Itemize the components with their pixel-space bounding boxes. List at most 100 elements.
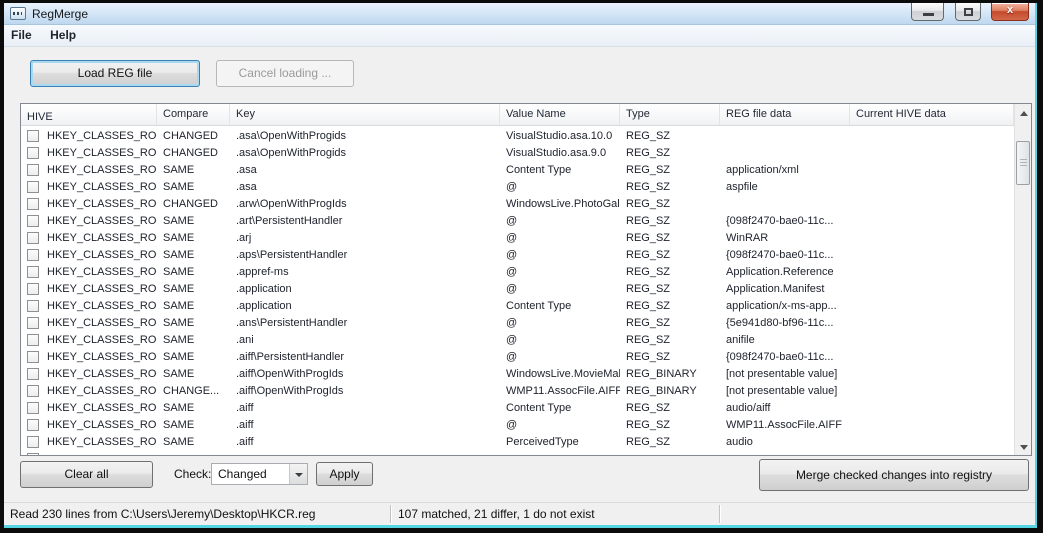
table-row[interactable]: HKEY_CLASSES_ROOT SAME .aiff\PersistentH…: [21, 348, 1014, 365]
cell-compare: SAME: [157, 334, 230, 346]
table-row[interactable]: HKEY_CLASSES_ROOT SAME .ans\PersistentHa…: [21, 314, 1014, 331]
cancel-loading-button[interactable]: Cancel loading ...: [216, 60, 354, 87]
cell-key: .asa\OpenWithProgids: [230, 130, 500, 142]
cell-reg-file-data: {098f2470-bae0-11c...: [720, 215, 850, 227]
apply-button[interactable]: Apply: [316, 462, 373, 486]
table-row[interactable]: HKEY_CLASSES_ROOT SAME .aiff Content Typ…: [21, 399, 1014, 416]
cell-hive: HKEY_CLASSES_ROOT: [47, 198, 157, 210]
maximize-button[interactable]: [955, 3, 981, 21]
table-row[interactable]: HKEY_CLASSES_ROOT CHANGE... .aiff\OpenWi…: [21, 382, 1014, 399]
cell-key: .aiff: [230, 402, 500, 414]
column-header-hive[interactable]: HIVE: [21, 104, 157, 125]
cell-key: .arw\OpenWithProgIds: [230, 198, 500, 210]
table-row[interactable]: HKEY_CLASSES_ROOT SAME .aiff\OpenWithPro…: [21, 365, 1014, 382]
column-header-compare[interactable]: Compare: [157, 104, 230, 125]
row-checkbox[interactable]: [27, 181, 39, 193]
dropdown-button[interactable]: [289, 464, 307, 484]
cell-compare: SAME: [157, 402, 230, 414]
table-row[interactable]: HKEY_CLASSES_ROOT CHANGED .asa\OpenWithP…: [21, 144, 1014, 161]
menu-help[interactable]: Help: [43, 25, 83, 42]
clear-all-button[interactable]: Clear all: [20, 461, 153, 488]
scroll-down-button[interactable]: [1015, 438, 1032, 455]
table-row[interactable]: HKEY_CLASSES_ROOT SAME .application @ RE…: [21, 280, 1014, 297]
row-checkbox[interactable]: [27, 215, 39, 227]
cell-hive: HKEY_CLASSES_ROOT: [47, 368, 157, 380]
table-row[interactable]: HKEY_CLASSES_ROOT SAME .aiff PerceivedTy…: [21, 433, 1014, 450]
menu-bar: File Help: [4, 25, 1035, 47]
row-checkbox[interactable]: [27, 130, 39, 142]
row-checkbox[interactable]: [27, 249, 39, 261]
cell-key: .application: [230, 283, 500, 295]
column-header-value-name[interactable]: Value Name: [500, 104, 620, 125]
row-checkbox[interactable]: [27, 300, 39, 312]
table-row[interactable]: HKEY_CLASSES_ROOT CHANGED .arw\OpenWithP…: [21, 195, 1014, 212]
close-button[interactable]: x: [991, 3, 1029, 21]
cell-type: REG_SZ: [620, 436, 720, 448]
table-row[interactable]: HKEY_CLASSES_ROOT SAME .aps\PersistentHa…: [21, 246, 1014, 263]
row-checkbox[interactable]: [27, 351, 39, 363]
cell-value-name: Content Type: [500, 164, 620, 176]
merge-button[interactable]: Merge checked changes into registry: [759, 459, 1029, 491]
cell-reg-file-data: audio: [720, 436, 850, 448]
table-row[interactable]: HKEY_CLASSES_ROOT SAME .asa @ REG_SZ asp…: [21, 178, 1014, 195]
row-checkbox[interactable]: [27, 368, 39, 380]
column-header-current-hive-data[interactable]: Current HIVE data: [850, 104, 1014, 125]
cell-hive: HKEY_CLASSES_ROOT: [47, 266, 157, 278]
cell-hive: HKEY_CLASSES_ROOT: [47, 232, 157, 244]
minimize-button[interactable]: [911, 3, 944, 21]
cell-reg-file-data: Application.Manifest: [720, 283, 850, 295]
cell-reg-file-data: [not presentable value]: [720, 385, 850, 397]
table-row[interactable]: HKEY_CLASSES_ROOT SAME .art\PersistentHa…: [21, 212, 1014, 229]
column-header-reg-file-data[interactable]: REG file data: [720, 104, 850, 125]
cell-reg-file-data: WinRAR: [720, 232, 850, 244]
row-checkbox[interactable]: [27, 164, 39, 176]
column-header-key[interactable]: Key: [230, 104, 500, 125]
cell-value-name: @: [500, 283, 620, 295]
table-row[interactable]: HKEY_CLASSES_ROOT SAME .aiff @ REG_SZ WM…: [21, 416, 1014, 433]
row-checkbox[interactable]: [27, 198, 39, 210]
menu-file[interactable]: File: [4, 25, 39, 42]
cell-key: .art\PersistentHandler: [230, 215, 500, 227]
cell-value-name: @: [500, 334, 620, 346]
cell-hive: HKEY_CLASSES_ROOT: [47, 300, 157, 312]
cell-type: REG_BINARY: [620, 368, 720, 380]
cell-type: REG_SZ: [620, 402, 720, 414]
cell-compare: SAME: [157, 249, 230, 261]
table-row[interactable]: HKEY_CLASSES_ROOT CHANGED .asa\OpenWithP…: [21, 127, 1014, 144]
cell-reg-file-data: aspfile: [720, 181, 850, 193]
check-dropdown[interactable]: Changed: [211, 463, 308, 485]
table-row[interactable]: HKEY_CLASSES_ROOT SAME .ani @ REG_SZ ani…: [21, 331, 1014, 348]
row-checkbox[interactable]: [27, 266, 39, 278]
cell-type: REG_SZ: [620, 249, 720, 261]
row-checkbox[interactable]: [27, 283, 39, 295]
cell-key: .aiff: [230, 419, 500, 431]
table-row[interactable]: HKEY_CLASSES_ROOT SAME .appref-ms @ REG_…: [21, 263, 1014, 280]
scroll-up-button[interactable]: [1015, 104, 1032, 121]
row-checkbox[interactable]: [27, 402, 39, 414]
table-body: HKEY_CLASSES_ROOT CHANGED .asa\OpenWithP…: [21, 127, 1014, 455]
row-checkbox[interactable]: [27, 453, 39, 456]
row-checkbox[interactable]: [27, 436, 39, 448]
table-row[interactable]: HKEY_CLASSES_ROOT SAME .asa Content Type…: [21, 161, 1014, 178]
cell-value-name: PerceivedType: [500, 436, 620, 448]
cell-value-name: WindowsLive.PhotoGall...: [500, 198, 620, 210]
table-row[interactable]: [21, 450, 1014, 455]
load-reg-file-button[interactable]: Load REG file: [30, 60, 200, 87]
cell-hive: HKEY_CLASSES_ROOT: [47, 317, 157, 329]
cell-hive: HKEY_CLASSES_ROOT: [47, 164, 157, 176]
scrollbar-thumb[interactable]: [1016, 141, 1030, 185]
row-checkbox[interactable]: [27, 317, 39, 329]
row-checkbox[interactable]: [27, 147, 39, 159]
cell-compare: CHANGED: [157, 198, 230, 210]
row-checkbox[interactable]: [27, 334, 39, 346]
row-checkbox[interactable]: [27, 419, 39, 431]
row-checkbox[interactable]: [27, 232, 39, 244]
vertical-scrollbar[interactable]: [1014, 104, 1031, 455]
cell-value-name: Content Type: [500, 300, 620, 312]
cell-type: REG_SZ: [620, 351, 720, 363]
table-row[interactable]: HKEY_CLASSES_ROOT SAME .application Cont…: [21, 297, 1014, 314]
column-header-type[interactable]: Type: [620, 104, 720, 125]
table-header: HIVE Compare Key Value Name Type REG fil…: [21, 104, 1014, 126]
table-row[interactable]: HKEY_CLASSES_ROOT SAME .arj @ REG_SZ Win…: [21, 229, 1014, 246]
row-checkbox[interactable]: [27, 385, 39, 397]
